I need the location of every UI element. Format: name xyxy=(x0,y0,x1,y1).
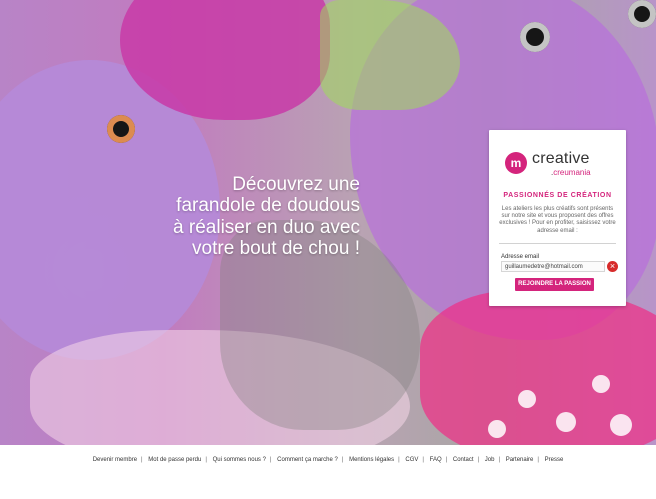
join-passion-button[interactable]: REJOINDRE LA PASSION xyxy=(515,278,594,291)
footer-link-job[interactable]: Job xyxy=(482,457,498,463)
card-description: Les ateliers les plus créatifs sont prés… xyxy=(499,206,616,234)
signup-card: m creative .creumania PASSIONNÉS DE CRÉA… xyxy=(489,130,626,306)
footer-separator: | xyxy=(269,457,272,463)
polka-dot xyxy=(488,420,506,438)
footer-link-comment-ca-marche[interactable]: Comment ça marche ? xyxy=(274,457,341,463)
footer-link-presse[interactable]: Presse xyxy=(542,457,567,463)
button-eye-icon xyxy=(520,22,550,52)
hero-headline-line: votre bout de chou ! xyxy=(192,237,360,259)
footer-separator: | xyxy=(341,457,344,463)
hero-headline: Découvrez une farandole de doudous à réa… xyxy=(170,174,360,259)
footer-link-partenaire[interactable]: Partenaire xyxy=(503,457,537,463)
card-title: PASSIONNÉS DE CRÉATION xyxy=(503,192,612,199)
logo-main-text: creative xyxy=(532,150,590,167)
hero-background: Découvrez une farandole de doudous à réa… xyxy=(0,0,656,445)
hero-headline-line: farandole de doudous xyxy=(176,195,360,217)
footer-link-mentions-legales[interactable]: Mentions légales xyxy=(346,457,397,463)
button-eye-icon xyxy=(107,115,135,143)
footer-link-mot-de-passe-perdu[interactable]: Mot de passe perdu xyxy=(145,457,204,463)
footer-link-devenir-membre[interactable]: Devenir membre xyxy=(90,457,140,463)
polka-dot xyxy=(592,375,610,393)
footer-link-faq[interactable]: FAQ xyxy=(427,457,445,463)
footer: Devenir membre | Mot de passe perdu | Qui … xyxy=(0,445,656,499)
polka-dot xyxy=(610,414,632,436)
hero-headline-line: Découvrez une xyxy=(232,174,360,195)
email-field[interactable]: guillaumedetre@hotmail.com xyxy=(501,261,605,272)
footer-link-qui-sommes-nous[interactable]: Qui sommes nous ? xyxy=(210,457,269,463)
button-eye-icon xyxy=(628,0,656,28)
polka-dot xyxy=(518,390,536,408)
footer-separator: | xyxy=(445,457,448,463)
footer-separator: | xyxy=(141,457,143,463)
footer-separator: | xyxy=(498,457,501,463)
footer-separator: | xyxy=(537,457,539,463)
email-label: Adresse email xyxy=(501,254,540,260)
logo-sub-brand: creumania xyxy=(553,168,591,177)
polka-dot xyxy=(556,412,576,432)
footer-link-cgv[interactable]: CGV xyxy=(402,457,421,463)
card-divider xyxy=(499,243,616,244)
footer-separator: | xyxy=(398,457,400,463)
footer-links: Devenir membre | Mot de passe perdu | Qui … xyxy=(0,457,656,463)
footer-separator: | xyxy=(477,457,480,463)
footer-link-contact[interactable]: Contact xyxy=(450,457,477,463)
logo-sub-text: .creumania xyxy=(551,168,591,177)
logo-mark-icon: m xyxy=(505,152,527,174)
hero-headline-line: à réaliser en duo avec xyxy=(173,216,360,238)
footer-separator: | xyxy=(422,457,424,463)
brand-logo: m creative .creumania xyxy=(505,150,610,177)
clear-email-icon[interactable]: × xyxy=(607,261,618,272)
footer-separator: | xyxy=(205,457,207,463)
